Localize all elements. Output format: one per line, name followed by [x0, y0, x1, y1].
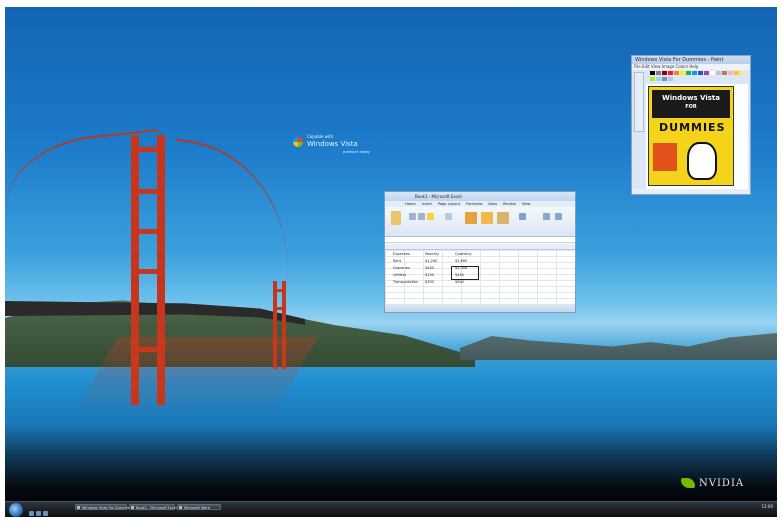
palette-swatch[interactable] — [710, 71, 715, 75]
palette-swatch[interactable] — [722, 71, 727, 75]
palette-swatch[interactable] — [668, 76, 673, 81]
fill-color-icon[interactable] — [427, 213, 434, 220]
taskbar: Windows Vista For Dummies... Book1 - Mic… — [5, 501, 777, 517]
spreadsheet-grid[interactable]: Expenses Monthly Quarterly Rent $1,200 $3,600… — [385, 244, 575, 306]
paste-icon[interactable] — [391, 211, 401, 225]
insert-icon[interactable] — [519, 213, 526, 220]
table-cell[interactable]: $150 — [425, 273, 434, 277]
excel-ribbon[interactable] — [385, 207, 575, 237]
windows-vista-logo: Capable with Windows Vista premium ready — [293, 134, 383, 164]
excel-title-bar[interactable]: Book1 - Microsoft Excel — [385, 192, 575, 201]
switch-windows-icon[interactable] — [36, 511, 41, 516]
table-cell[interactable]: Quarterly — [455, 252, 472, 256]
table-cell[interactable]: $900 — [455, 280, 464, 284]
cell-styles-icon[interactable] — [497, 212, 509, 224]
show-desktop-icon[interactable] — [29, 511, 34, 516]
vista-logo-line1: Capable with — [307, 134, 334, 139]
italic-icon[interactable] — [418, 213, 425, 220]
taskbar-item-word[interactable]: Microsoft Word — [177, 504, 221, 510]
excel-window[interactable]: Book1 - Microsoft Excel Home Insert Page L… — [384, 191, 576, 313]
palette-swatch[interactable] — [686, 71, 691, 75]
bridge-far-tower-beam — [273, 307, 286, 310]
palette-swatch[interactable] — [662, 76, 667, 81]
palette-swatch[interactable] — [656, 71, 661, 75]
table-cell[interactable]: Utilities — [393, 273, 406, 277]
palette-swatch[interactable] — [680, 71, 685, 75]
table-cell[interactable]: $3,600 — [455, 259, 467, 263]
sum-icon[interactable] — [543, 213, 550, 220]
palette-swatch[interactable] — [650, 71, 655, 75]
bridge-tower-beam — [131, 189, 165, 194]
palette-swatch[interactable] — [650, 76, 655, 81]
palette-swatch[interactable] — [734, 71, 739, 75]
bridge-tower-beam — [131, 147, 165, 152]
bold-icon[interactable] — [409, 213, 416, 220]
format-table-icon[interactable] — [481, 212, 493, 224]
palette-swatch[interactable] — [674, 71, 679, 75]
windows-orb-icon — [293, 137, 303, 147]
palette-swatch[interactable] — [728, 71, 733, 75]
palette-swatch[interactable] — [704, 71, 709, 75]
table-cell[interactable]: $450 — [425, 266, 434, 270]
palette-swatch[interactable] — [692, 71, 697, 75]
table-cell[interactable]: $1,350 — [455, 266, 467, 270]
dummies-character-icon — [687, 142, 717, 180]
sort-icon[interactable] — [555, 213, 562, 220]
table-cell[interactable]: Groceries — [393, 266, 410, 270]
paint-window[interactable]: Windows Vista For Dummies - Paint File E… — [631, 55, 751, 195]
palette-swatch[interactable] — [662, 71, 667, 75]
bridge-far-tower-beam — [273, 289, 286, 292]
system-tray-clock[interactable]: 12:00 — [761, 504, 773, 509]
vista-logo-line3: premium ready — [343, 150, 370, 154]
book-title-line2: FOR — [685, 104, 697, 110]
table-cell[interactable]: Monthly — [425, 252, 439, 256]
palette-swatch[interactable] — [740, 71, 745, 75]
palette-swatch[interactable] — [656, 76, 661, 81]
table-cell[interactable]: Expenses — [393, 252, 410, 256]
paint-title-bar[interactable]: Windows Vista For Dummies - Paint — [632, 56, 750, 64]
bridge-tower-beam — [131, 269, 165, 274]
formula-bar[interactable] — [385, 237, 575, 243]
paint-menu-bar[interactable]: File Edit View Image Colors Help — [632, 64, 750, 70]
table-cell[interactable]: Rent — [393, 259, 401, 263]
align-icon[interactable] — [445, 213, 452, 220]
taskbar-item-excel[interactable]: Book1 - Microsoft Excel — [129, 504, 177, 510]
book-title-block: Windows Vista FOR — [652, 90, 730, 118]
palette-swatch[interactable] — [698, 71, 703, 75]
nvidia-logo: NVIDIA — [681, 476, 761, 490]
column-headers — [385, 244, 575, 250]
excel-status-bar — [385, 305, 575, 312]
nvidia-eye-icon — [681, 478, 695, 488]
browser-icon[interactable] — [43, 511, 48, 516]
vista-logo-line2: Windows Vista — [307, 140, 358, 148]
nvidia-wordmark: NVIDIA — [699, 477, 745, 489]
table-cell[interactable]: Transportation — [393, 280, 418, 284]
bridge-tower-beam — [131, 229, 165, 234]
book-badge — [653, 143, 677, 171]
table-cell[interactable]: $300 — [425, 280, 434, 284]
paint-toolbox[interactable] — [634, 72, 644, 132]
palette-swatch[interactable] — [716, 71, 721, 75]
hills-right — [460, 333, 777, 360]
start-button[interactable] — [9, 503, 23, 517]
palette-swatch[interactable] — [668, 71, 673, 75]
book-dummies-title: DUMMIES — [659, 121, 726, 134]
table-cell[interactable]: $1,200 — [425, 259, 437, 263]
paint-status-bar — [632, 189, 750, 194]
book-title-line1: Windows Vista — [662, 94, 720, 102]
quick-launch — [29, 511, 69, 516]
book-cover-image: Windows Vista FOR DUMMIES — [648, 86, 734, 186]
conditional-format-icon[interactable] — [465, 212, 477, 224]
desktop: Capable with Windows Vista premium ready… — [5, 7, 777, 517]
paint-color-palette[interactable] — [650, 71, 746, 81]
taskbar-item-paint[interactable]: Windows Vista For Dummies... — [75, 504, 135, 510]
table-cell[interactable]: $450 — [455, 273, 464, 277]
